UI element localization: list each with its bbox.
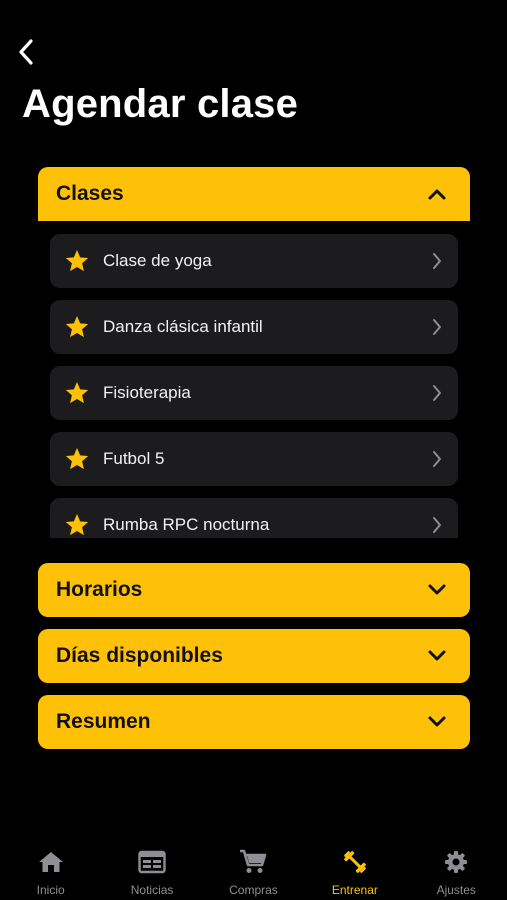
back-button[interactable] [12,36,40,68]
chevron-right-icon [430,450,444,468]
class-item[interactable]: Danza clásica infantil [50,300,458,354]
home-icon [37,848,65,876]
section-horarios-label: Horarios [56,578,143,601]
class-item-label: Danza clásica infantil [103,317,263,336]
tab-entrenar[interactable]: Entrenar [305,838,405,900]
tab-bar: Inicio Noticias Compras Entrenar Ajustes [0,838,507,900]
chevron-right-icon [430,384,444,402]
chevron-left-icon [19,39,33,65]
page-title: Agendar clase [22,82,299,126]
gear-icon [442,848,470,876]
tab-ajustes-label: Ajustes [436,883,476,897]
section-clases-header[interactable]: Clases [38,167,470,221]
chevron-right-icon [430,516,444,534]
class-item-label: Fisioterapia [103,383,191,402]
section-clases-label: Clases [56,182,124,205]
tab-noticias[interactable]: Noticias [102,838,202,900]
star-icon [64,446,90,472]
tab-entrenar-label: Entrenar [331,883,378,897]
newspaper-icon [138,848,166,876]
chevron-up-icon [426,183,448,205]
class-item[interactable]: Fisioterapia [50,366,458,420]
section-horarios-header[interactable]: Horarios [38,563,470,617]
star-icon [64,380,90,406]
tab-ajustes[interactable]: Ajustes [406,838,506,900]
section-dias-label: Días disponibles [56,644,223,667]
class-item[interactable]: Clase de yoga [50,234,458,288]
tab-inicio-label: Inicio [36,883,65,897]
tab-compras[interactable]: Compras [203,838,303,900]
star-icon [64,512,90,538]
class-item-label: Clase de yoga [103,251,212,270]
class-item-label: Rumba RPC nocturna [103,515,270,534]
chevron-right-icon [430,318,444,336]
class-item[interactable]: Rumba RPC nocturna [50,498,458,538]
class-item-label: Futbol 5 [103,449,165,468]
tab-compras-label: Compras [229,883,278,897]
cart-icon [239,848,267,876]
chevron-down-icon [426,711,448,733]
dumbbell-icon [341,848,369,876]
section-dias-header[interactable]: Días disponibles [38,629,470,683]
star-icon [64,248,90,274]
chevron-down-icon [426,579,448,601]
chevron-down-icon [426,645,448,667]
section-resumen-label: Resumen [56,710,151,733]
class-item[interactable]: Futbol 5 [50,432,458,486]
star-icon [64,314,90,340]
clases-list: Clase de yoga Danza clásica infantil Fis… [50,234,458,538]
tab-noticias-label: Noticias [130,883,174,897]
section-resumen-header[interactable]: Resumen [38,695,470,749]
chevron-right-icon [430,252,444,270]
tab-inicio[interactable]: Inicio [1,838,101,900]
